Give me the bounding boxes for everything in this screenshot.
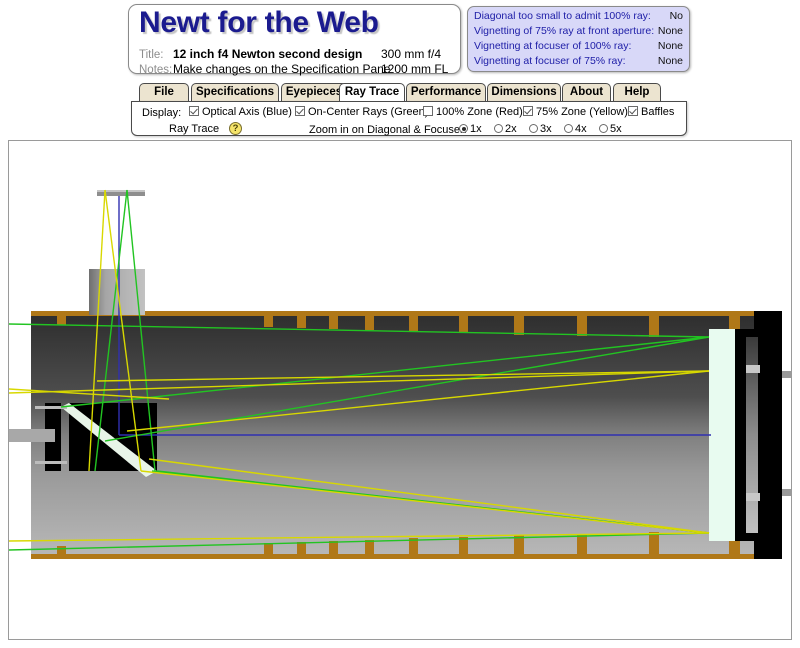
tab-help[interactable]: Help (613, 83, 661, 101)
radio-zoom-1x[interactable]: 1x (459, 123, 482, 135)
radio-dot-zoom-1x[interactable] (459, 124, 468, 133)
tab-specifications[interactable]: Specifications (191, 83, 279, 101)
help-icon[interactable]: ? (229, 122, 242, 135)
radio-zoom-2x[interactable]: 2x (494, 123, 517, 135)
checkbox-box-on-center-rays[interactable] (295, 106, 305, 116)
checkbox-label-100-zone: 100% Zone (Red) (436, 106, 523, 118)
radio-label-zoom-1x: 1x (470, 123, 482, 135)
info-row: Vignetting of 75% ray at front aperture:… (474, 25, 683, 40)
info-row-label: Vignetting at focuser of 75% ray: (474, 55, 626, 67)
radio-label-zoom-3x: 3x (540, 123, 552, 135)
checkbox-box-optical-axis[interactable] (189, 106, 199, 116)
radio-dot-zoom-3x[interactable] (529, 124, 538, 133)
radio-label-zoom-2x: 2x (505, 123, 517, 135)
telescope-diagram (9, 189, 791, 559)
notes-value: Make changes on the Specification Pane (173, 62, 391, 76)
tab-ray-trace[interactable]: Ray Trace (339, 83, 405, 101)
tab-bar: File Specifications Eyepieces Ray Trace … (0, 83, 800, 102)
vignetting-info-panel: Diagonal too small to admit 100% ray: No… (467, 6, 690, 72)
ray-trace-label: Ray Trace (169, 123, 220, 135)
title-label: Title: (139, 49, 164, 61)
checkbox-optical-axis[interactable]: Optical Axis (Blue) (189, 106, 292, 118)
header-band: Newt for the Web Title: 12 inch f4 Newton… (0, 0, 800, 80)
checkbox-baffles[interactable]: Baffles (628, 106, 674, 118)
display-label: Display: (142, 107, 182, 119)
display-options-panel: Display: Optical Axis (Blue) On-Center R… (131, 101, 687, 136)
checkbox-box-75-zone[interactable] (523, 106, 533, 116)
tab-file[interactable]: File (139, 83, 189, 101)
info-row-value: None (657, 25, 683, 37)
radio-dot-zoom-2x[interactable] (494, 124, 503, 133)
checkbox-label-75-zone: 75% Zone (Yellow) (536, 106, 628, 118)
radio-zoom-5x[interactable]: 5x (599, 123, 622, 135)
info-row-value: No (669, 10, 683, 22)
zoom-label: Zoom in on Diagonal & Focuser: (309, 124, 467, 136)
radio-zoom-4x[interactable]: 4x (564, 123, 587, 135)
checkbox-box-100-zone[interactable] (423, 106, 433, 116)
checkbox-label-baffles: Baffles (641, 106, 675, 118)
info-row-label: Diagonal too small to admit 100% ray: (474, 10, 651, 22)
focuser-assembly (89, 190, 145, 315)
radio-label-zoom-4x: 4x (575, 123, 587, 135)
focal-length: 1200 mm FL (381, 62, 449, 76)
checkbox-100-zone[interactable]: 100% Zone (Red) (423, 106, 523, 118)
tab-eyepieces[interactable]: Eyepieces (281, 83, 347, 101)
info-row-value: None (657, 40, 683, 52)
info-row-label: Vignetting at focuser of 100% ray: (474, 40, 632, 52)
info-row: Vignetting at focuser of 100% ray: None (474, 40, 683, 55)
info-row-label: Vignetting of 75% ray at front aperture: (474, 25, 655, 37)
primary-mirror-assembly (709, 311, 791, 559)
checkbox-on-center-rays[interactable]: On-Center Rays (Green) (295, 106, 428, 118)
info-row-value: None (657, 55, 683, 67)
tab-about[interactable]: About (562, 83, 611, 101)
title-card: Newt for the Web Title: 12 inch f4 Newton… (128, 4, 461, 76)
radio-label-zoom-5x: 5x (610, 123, 622, 135)
radio-dot-zoom-5x[interactable] (599, 124, 608, 133)
notes-row: Notes:Make changes on the Specification … (139, 62, 390, 76)
radio-dot-zoom-4x[interactable] (564, 124, 573, 133)
tab-performance[interactable]: Performance (406, 83, 486, 101)
title-row: Title: 12 inch f4 Newton second design (139, 47, 362, 61)
checkbox-box-baffles[interactable] (628, 106, 638, 116)
info-row: Diagonal too small to admit 100% ray: No (474, 10, 683, 25)
checkbox-label-optical-axis: Optical Axis (Blue) (202, 106, 292, 118)
notes-label: Notes: (139, 64, 173, 76)
info-row: Vignetting at focuser of 75% ray: None (474, 55, 683, 70)
aperture-focal-ratio: 300 mm f/4 (381, 47, 442, 61)
checkbox-75-zone[interactable]: 75% Zone (Yellow) (523, 106, 628, 118)
radio-zoom-3x[interactable]: 3x (529, 123, 552, 135)
title-value: 12 inch f4 Newton second design (173, 47, 363, 61)
app-title: Newt for the Web (139, 6, 379, 39)
tab-dimensions[interactable]: Dimensions (487, 83, 561, 101)
checkbox-label-on-center-rays: On-Center Rays (Green) (308, 106, 429, 118)
ray-trace-canvas-panel (8, 140, 792, 640)
